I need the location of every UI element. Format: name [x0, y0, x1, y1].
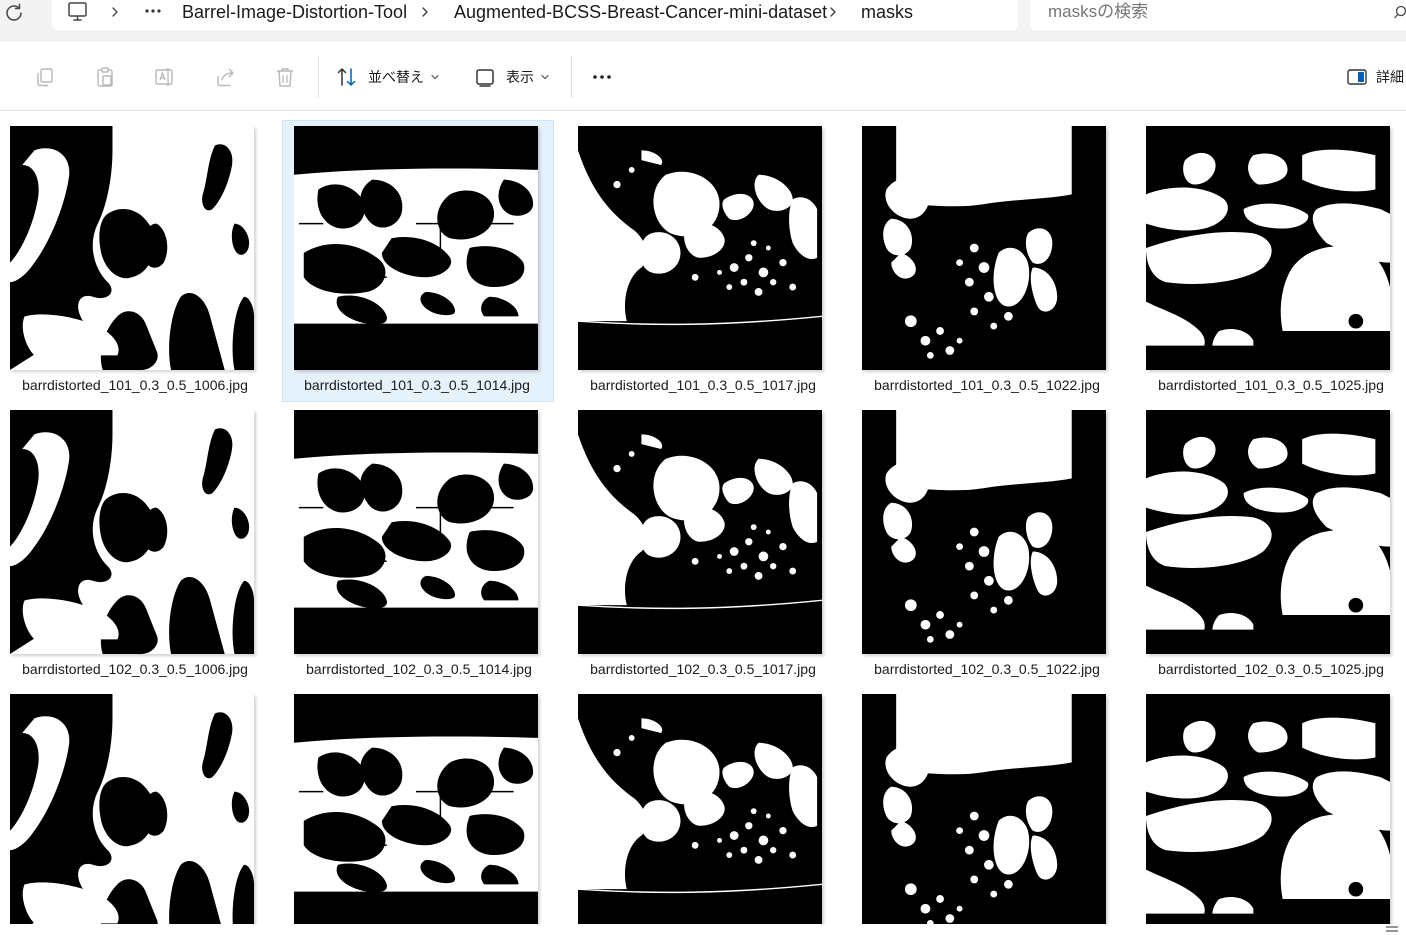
copy-icon[interactable]: [34, 66, 56, 88]
mask-thumbnail: [10, 410, 254, 654]
delete-icon[interactable]: [274, 66, 296, 88]
file-item[interactable]: [0, 688, 272, 924]
file-item[interactable]: barrdistorted_102_0.3_0.5_1017.jpg: [568, 404, 840, 686]
file-item[interactable]: barrdistorted_101_0.3_0.5_1017.jpg: [568, 120, 840, 402]
file-name: barrdistorted_101_0.3_0.5_1014.jpg: [304, 377, 530, 393]
file-name: barrdistorted_101_0.3_0.5_1022.jpg: [874, 377, 1100, 393]
mask-thumbnail: [578, 694, 822, 924]
mask-thumbnail: [294, 126, 538, 370]
file-item[interactable]: barrdistorted_102_0.3_0.5_1006.jpg: [0, 404, 272, 686]
file-name: barrdistorted_102_0.3_0.5_1017.jpg: [590, 661, 816, 677]
mask-thumbnail: [862, 410, 1106, 654]
chevron-down-icon: [431, 74, 439, 80]
details-pane-icon: [1347, 69, 1367, 85]
toolbar-divider: [571, 56, 572, 98]
mask-thumbnail: [10, 694, 254, 924]
file-name: barrdistorted_101_0.3_0.5_1017.jpg: [590, 377, 816, 393]
address-bar: Barrel-Image-Distortion-Tool Augmented-B…: [0, 0, 1406, 42]
details-label: 詳細: [1376, 69, 1404, 85]
file-name: barrdistorted_102_0.3_0.5_1006.jpg: [22, 661, 248, 677]
more-crumbs-icon[interactable]: [142, 0, 166, 24]
file-name: barrdistorted_102_0.3_0.5_1014.jpg: [306, 661, 532, 677]
file-item-selected[interactable]: barrdistorted_101_0.3_0.5_1014.jpg: [282, 120, 554, 402]
search-icon[interactable]: [1392, 4, 1406, 20]
sort-button[interactable]: 並べ替え: [336, 62, 440, 92]
resize-grip-icon[interactable]: [1384, 924, 1400, 934]
mask-thumbnail: [862, 126, 1106, 370]
mask-thumbnail: [578, 126, 822, 370]
file-name: barrdistorted_102_0.3_0.5_1025.jpg: [1158, 661, 1384, 677]
search-placeholder: masksの検索: [1048, 2, 1149, 21]
toolbar-divider: [318, 56, 319, 98]
file-name: barrdistorted_101_0.3_0.5_1025.jpg: [1158, 377, 1384, 393]
file-item[interactable]: barrdistorted_101_0.3_0.5_1025.jpg: [1136, 120, 1406, 402]
sort-icon: [337, 68, 356, 86]
file-item[interactable]: [852, 688, 1124, 924]
mask-thumbnail: [1146, 410, 1390, 654]
breadcrumb-item-dataset[interactable]: Augmented-BCSS-Breast-Cancer-mini-datase…: [454, 1, 827, 23]
command-bar: 並べ替え 表示 詳細: [0, 42, 1406, 111]
file-item[interactable]: barrdistorted_102_0.3_0.5_1025.jpg: [1136, 404, 1406, 686]
file-grid: barrdistorted_101_0.3_0.5_1006.jpg barrd…: [0, 111, 1406, 935]
file-item[interactable]: [284, 688, 556, 924]
share-icon[interactable]: [214, 66, 236, 88]
mask-thumbnail: [862, 694, 1106, 924]
chevron-right-icon[interactable]: [418, 4, 432, 20]
breadcrumb-item-root[interactable]: Barrel-Image-Distortion-Tool: [182, 1, 407, 23]
file-name: barrdistorted_102_0.3_0.5_1022.jpg: [874, 661, 1100, 677]
search-input[interactable]: masksの検索: [1030, 0, 1406, 30]
this-pc-icon[interactable]: [66, 1, 90, 23]
rename-icon[interactable]: [154, 66, 176, 88]
view-icon: [476, 69, 494, 87]
file-item[interactable]: barrdistorted_101_0.3_0.5_1006.jpg: [0, 120, 272, 402]
file-item[interactable]: barrdistorted_101_0.3_0.5_1022.jpg: [852, 120, 1124, 402]
mask-thumbnail: [294, 410, 538, 654]
details-button[interactable]: 詳細: [1346, 62, 1404, 92]
chevron-right-icon[interactable]: [826, 4, 840, 20]
file-item[interactable]: [568, 688, 840, 924]
mask-thumbnail: [578, 410, 822, 654]
file-item[interactable]: barrdistorted_102_0.3_0.5_1022.jpg: [852, 404, 1124, 686]
file-item[interactable]: [1136, 688, 1406, 924]
refresh-icon[interactable]: [2, 1, 26, 25]
file-name: barrdistorted_101_0.3_0.5_1006.jpg: [22, 377, 248, 393]
breadcrumb-item-current[interactable]: masks: [861, 1, 913, 23]
sort-label: 並べ替え: [368, 69, 424, 85]
breadcrumb: Barrel-Image-Distortion-Tool Augmented-B…: [52, 0, 1018, 30]
mask-thumbnail: [1146, 126, 1390, 370]
mask-thumbnail: [294, 694, 538, 924]
mask-thumbnail: [1146, 694, 1390, 924]
more-options-icon[interactable]: [588, 64, 616, 90]
file-item[interactable]: barrdistorted_102_0.3_0.5_1014.jpg: [284, 404, 556, 686]
chevron-down-icon: [541, 74, 549, 80]
mask-thumbnail: [10, 126, 254, 370]
paste-icon[interactable]: [94, 66, 116, 88]
view-button[interactable]: 表示: [474, 62, 550, 92]
chevron-right-icon[interactable]: [108, 4, 122, 20]
view-label: 表示: [506, 69, 534, 85]
